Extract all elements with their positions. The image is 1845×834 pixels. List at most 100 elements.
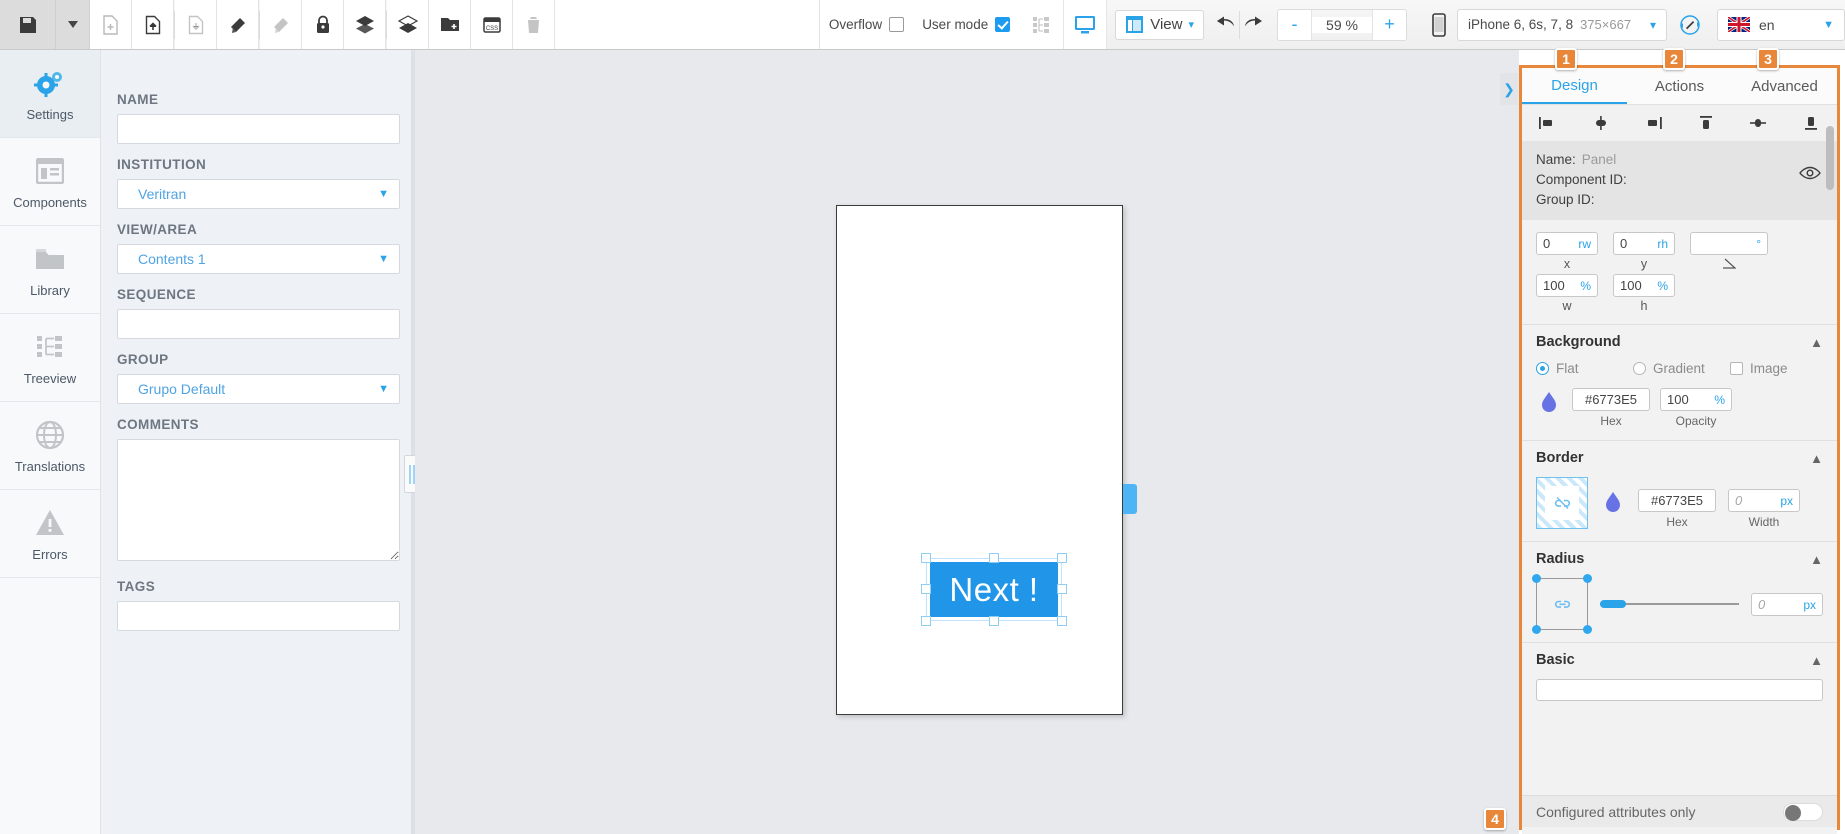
css-button[interactable]: CSS	[471, 0, 513, 49]
basic-header[interactable]: Basic ▲	[1536, 652, 1823, 668]
background-flat-option[interactable]: Flat	[1536, 361, 1629, 376]
background-image-option[interactable]: Image	[1730, 361, 1823, 376]
layers-alt-button[interactable]	[387, 0, 429, 49]
background-color-swatch[interactable]	[1536, 388, 1562, 416]
border-link-toggle[interactable]	[1545, 486, 1579, 520]
align-right-button[interactable]	[1627, 115, 1680, 131]
radius-slider-thumb[interactable]	[1600, 600, 1626, 608]
language-dropdown[interactable]: en ▼	[1717, 8, 1845, 41]
export-button[interactable]	[175, 0, 217, 49]
visibility-toggle-button[interactable]	[1799, 166, 1821, 185]
background-header[interactable]: Background ▲	[1536, 334, 1823, 350]
name-input[interactable]	[117, 114, 400, 144]
radius-handle-sw[interactable]	[1532, 625, 1541, 634]
align-middle-vertical-button[interactable]	[1732, 114, 1785, 132]
resize-handle-w[interactable]	[921, 584, 931, 594]
sidebar-item-components[interactable]: Components	[0, 138, 100, 226]
save-button[interactable]	[0, 0, 56, 49]
tags-input[interactable]	[117, 601, 400, 631]
tab-advanced[interactable]: Advanced	[1732, 68, 1837, 104]
chevron-up-icon[interactable]: ▲	[1810, 653, 1823, 668]
w-input[interactable]: 100 %	[1536, 274, 1598, 297]
radius-handle-se[interactable]	[1583, 625, 1592, 634]
resize-handle-e[interactable]	[1057, 584, 1067, 594]
redo-button[interactable]	[1243, 14, 1263, 35]
device-preview-frame[interactable]: Next !	[836, 205, 1123, 715]
view-area-select[interactable]: Contents 1 ▼	[117, 244, 400, 274]
mobile-phone-button[interactable]	[1421, 7, 1457, 43]
edge-tab-handle[interactable]	[1123, 484, 1137, 514]
y-input[interactable]: 0 rh	[1613, 232, 1675, 255]
x-input[interactable]: 0 rw	[1536, 232, 1598, 255]
zoom-out-button[interactable]: -	[1278, 9, 1312, 40]
undo-button[interactable]	[1216, 14, 1236, 35]
border-sides-selector[interactable]	[1536, 477, 1588, 529]
radius-corners-selector[interactable]	[1532, 574, 1592, 634]
tab-design[interactable]: Design	[1522, 68, 1627, 104]
sidebar-item-library[interactable]: Library	[0, 226, 100, 314]
usermode-checkbox-row[interactable]: User mode	[913, 0, 1020, 49]
zoom-value[interactable]: 59 %	[1312, 16, 1372, 33]
resize-handle-s[interactable]	[989, 616, 999, 626]
background-gradient-option[interactable]: Gradient	[1633, 361, 1726, 376]
align-left-button[interactable]	[1522, 115, 1575, 131]
usermode-checkbox[interactable]	[995, 17, 1011, 32]
device-dropdown[interactable]: iPhone 6, 6s, 7, 8 375×667 ▾	[1457, 8, 1667, 41]
border-width-input[interactable]: 0 px	[1728, 489, 1800, 512]
overflow-checkbox-row[interactable]: Overflow	[819, 0, 914, 49]
background-hex-input[interactable]: #6773E5	[1572, 388, 1650, 411]
rotate-device-button[interactable]	[1671, 6, 1709, 44]
layers-button[interactable]	[344, 0, 386, 49]
h-input[interactable]: 100 %	[1613, 274, 1675, 297]
sidebar-item-translations[interactable]: Translations	[0, 402, 100, 490]
new-file-button[interactable]	[90, 0, 132, 49]
resize-handle-nw[interactable]	[921, 553, 931, 563]
radius-handle-ne[interactable]	[1583, 574, 1592, 583]
sidebar-item-errors[interactable]: Errors	[0, 490, 100, 578]
align-top-button[interactable]	[1680, 114, 1733, 132]
configured-attributes-toggle[interactable]	[1783, 802, 1823, 821]
radius-slider[interactable]	[1600, 578, 1739, 630]
gradient-radio[interactable]	[1633, 362, 1646, 375]
border-header[interactable]: Border ▲	[1536, 450, 1823, 466]
paint-button[interactable]	[217, 0, 259, 49]
comments-textarea[interactable]	[117, 439, 400, 561]
tree-structure-button[interactable]	[1019, 0, 1064, 49]
paint-alt-button[interactable]	[260, 0, 302, 49]
delete-button[interactable]	[513, 0, 555, 49]
sequence-input[interactable]	[117, 309, 400, 339]
chevron-up-icon[interactable]: ▲	[1810, 451, 1823, 466]
group-select[interactable]: Grupo Default ▼	[117, 374, 400, 404]
view-dropdown[interactable]: View ▾	[1115, 9, 1204, 40]
chevron-up-icon[interactable]: ▲	[1810, 552, 1823, 567]
basic-first-input[interactable]	[1536, 679, 1823, 701]
resize-handle-n[interactable]	[989, 553, 999, 563]
resize-handle-sw[interactable]	[921, 616, 931, 626]
monitor-button[interactable]	[1063, 0, 1108, 49]
radius-handle-nw[interactable]	[1532, 574, 1541, 583]
border-color-swatch[interactable]	[1600, 477, 1626, 516]
radius-slider-track[interactable]	[1600, 600, 1739, 608]
institution-select[interactable]: Veritran ▼	[117, 179, 400, 209]
radius-input[interactable]: 0 px	[1751, 593, 1823, 616]
resize-handle-se[interactable]	[1057, 616, 1067, 626]
new-folder-button[interactable]	[429, 0, 471, 49]
resize-handle-ne[interactable]	[1057, 553, 1067, 563]
flat-radio[interactable]	[1536, 362, 1549, 375]
sidebar-item-settings[interactable]: Settings	[0, 50, 100, 138]
tab-actions[interactable]: Actions	[1627, 68, 1732, 104]
sidebar-item-treeview[interactable]: Treeview	[0, 314, 100, 402]
align-center-horizontal-button[interactable]	[1575, 115, 1628, 131]
overflow-checkbox[interactable]	[889, 17, 905, 32]
zoom-in-button[interactable]: +	[1372, 9, 1406, 40]
save-dropdown-button[interactable]	[56, 0, 90, 49]
rotation-input[interactable]: °	[1690, 232, 1768, 255]
next-button-component[interactable]: Next !	[930, 562, 1058, 617]
radius-header[interactable]: Radius ▲	[1536, 551, 1823, 567]
border-hex-input[interactable]: #6773E5	[1638, 489, 1716, 512]
background-opacity-input[interactable]: 100 %	[1660, 388, 1732, 411]
chevron-up-icon[interactable]: ▲	[1810, 335, 1823, 350]
image-checkbox[interactable]	[1730, 362, 1743, 375]
design-canvas[interactable]: Next !	[415, 50, 1519, 834]
collapse-panel-button[interactable]: ❯	[1500, 73, 1518, 105]
